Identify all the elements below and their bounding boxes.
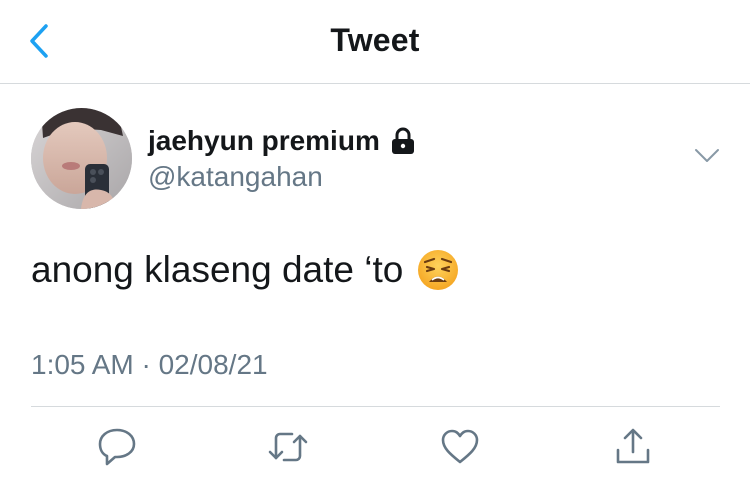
- weary-face-icon: [418, 250, 459, 290]
- page-title: Tweet: [330, 22, 420, 58]
- tweet-text: anong klaseng date ‘to: [31, 246, 459, 294]
- retweet-button[interactable]: [265, 424, 311, 470]
- retweet-icon: [268, 432, 308, 462]
- tweet-options-button[interactable]: [692, 145, 722, 167]
- avatar[interactable]: [31, 108, 132, 209]
- share-button[interactable]: [610, 424, 656, 470]
- reply-button[interactable]: [94, 424, 140, 470]
- reply-icon: [98, 428, 136, 466]
- navigation-bar: Tweet: [0, 0, 750, 84]
- author-name-row[interactable]: jaehyun premium: [148, 124, 416, 158]
- tweet-text-content: anong klaseng date ‘to: [31, 249, 404, 290]
- share-icon: [616, 428, 650, 464]
- like-button[interactable]: [437, 424, 483, 470]
- heart-icon: [441, 429, 479, 464]
- author-display-name: jaehyun premium: [148, 125, 380, 156]
- lock-icon: [391, 127, 414, 154]
- chevron-down-icon: [695, 149, 719, 162]
- author-handle[interactable]: @katangahan: [148, 160, 323, 194]
- divider: [31, 406, 720, 407]
- tweet-timestamp: 1:05 AM · 02/08/21: [31, 349, 268, 380]
- avatar-photo: [31, 108, 132, 209]
- tweet-actions: [0, 424, 750, 474]
